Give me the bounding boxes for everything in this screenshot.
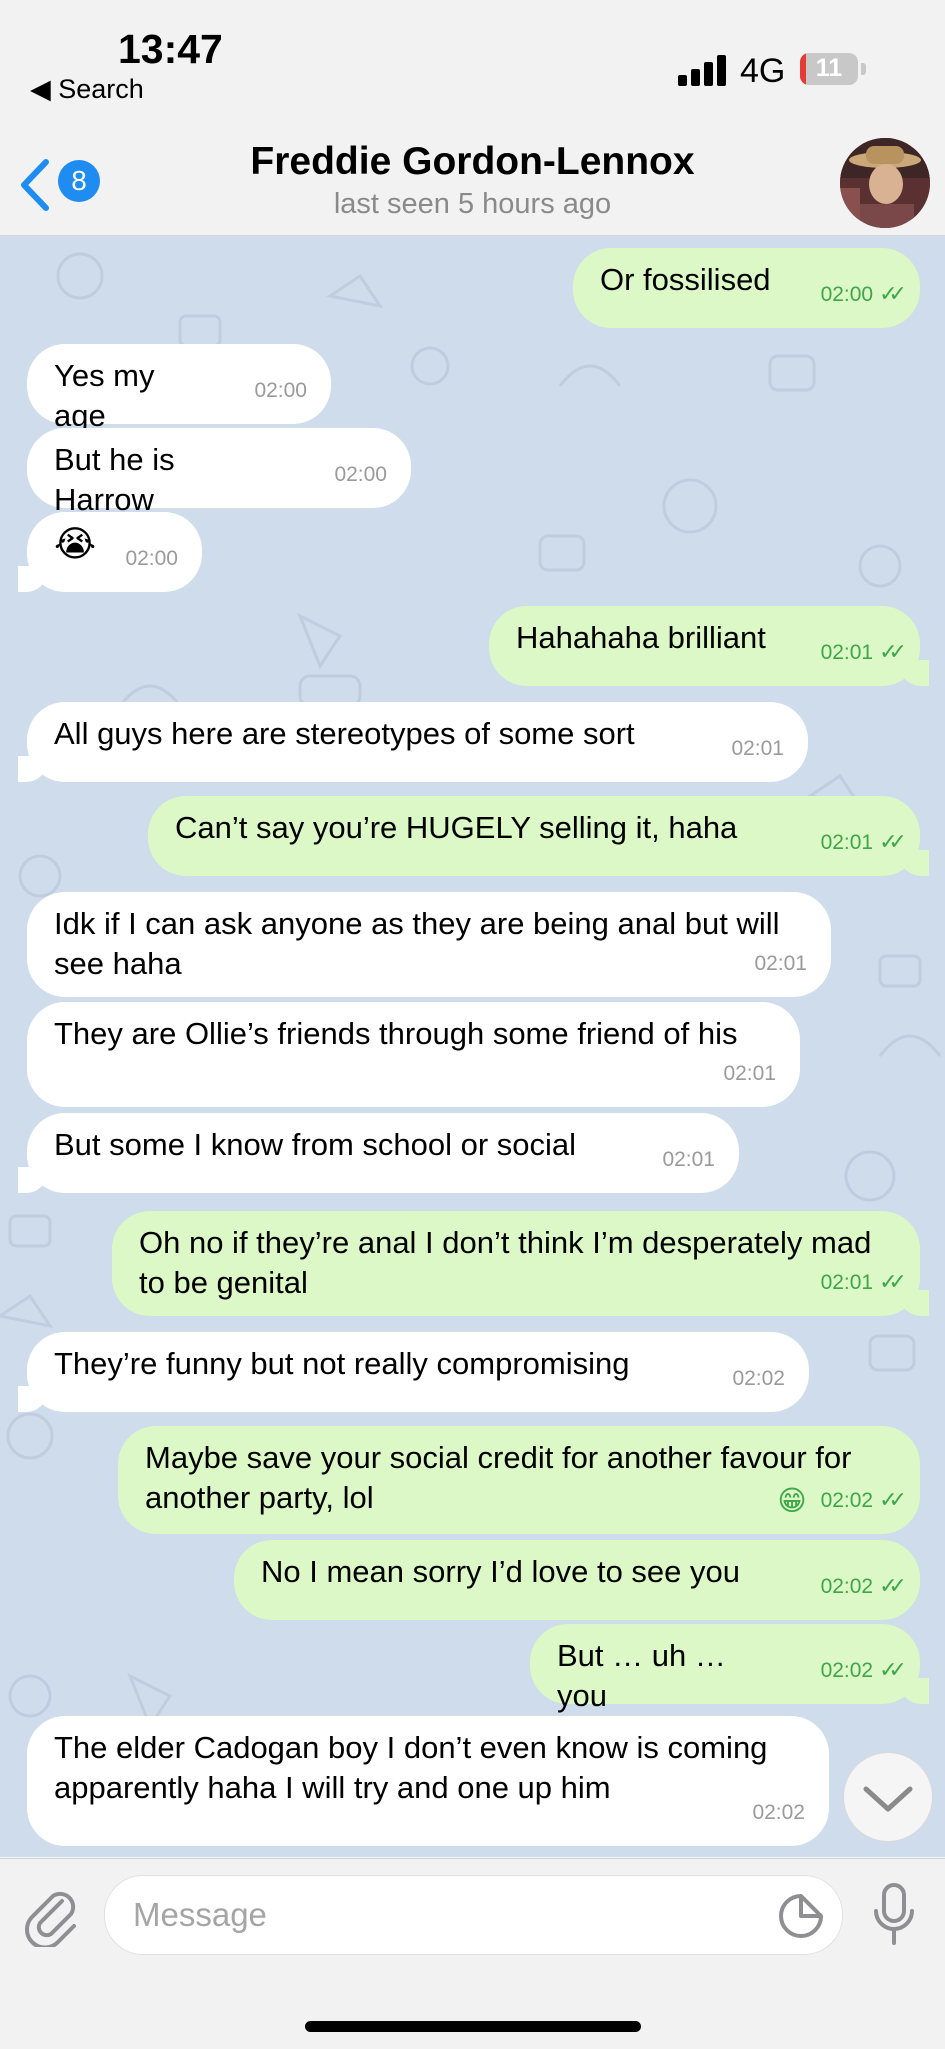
back-to-search-link[interactable]: ◀ Search	[30, 74, 144, 105]
incoming-message[interactable]: 😭 02:00	[18, 512, 202, 592]
incoming-message[interactable]: But he is Harrow 02:00	[27, 428, 411, 517]
message-meta: 02:01	[723, 1054, 776, 1094]
message-time: 02:00	[254, 379, 307, 402]
message-list[interactable]: Or fossilised 02:00 ✓✓ Yes my age 02:00 But h…	[0, 236, 945, 1857]
battery-icon: 11	[800, 53, 858, 85]
message-time: 02:01	[723, 1062, 776, 1085]
chat-header: 8 Freddie Gordon-Lennox last seen 5 hour…	[0, 130, 945, 236]
status-bar: 13:47 ◀ Search 4G 11	[0, 0, 945, 130]
message-text: Oh no if they’re anal I don’t think I’m …	[139, 1225, 872, 1300]
message-text: They are Ollie’s friends through some fr…	[54, 1016, 738, 1051]
message-time: 02:02	[820, 1659, 874, 1682]
chat-title[interactable]: Freddie Gordon-Lennox	[0, 140, 945, 184]
message-meta: 02:02	[752, 1793, 805, 1833]
message-time: 02:02	[752, 1801, 805, 1824]
microphone-icon[interactable]	[870, 1881, 918, 1947]
scroll-to-bottom-button[interactable]	[843, 1752, 933, 1842]
outgoing-message[interactable]: Maybe save your social credit for anothe…	[118, 1426, 920, 1534]
message-time: 02:00	[125, 547, 178, 570]
battery-tip	[861, 63, 866, 75]
read-check-icon: ✓✓	[879, 829, 907, 854]
chevron-down-icon	[863, 1786, 913, 1812]
incoming-message[interactable]: They are Ollie’s friends through some fr…	[27, 1002, 800, 1107]
message-meta: 02:01 ✓✓	[820, 1262, 907, 1303]
message-text: All guys here are stereotypes of some so…	[54, 716, 635, 751]
read-check-icon: ✓✓	[879, 1486, 907, 1512]
outgoing-message[interactable]: Oh no if they’re anal I don’t think I’m …	[112, 1211, 929, 1316]
message-text: Can’t say you’re HUGELY selling it, haha	[175, 810, 738, 845]
message-meta: 02:00	[254, 371, 307, 411]
incoming-message[interactable]: The elder Cadogan boy I don’t even know …	[27, 1716, 829, 1846]
message-time: 02:00	[820, 283, 874, 306]
message-meta: 02:00	[334, 455, 387, 495]
message-meta: 02:02 ✓✓	[820, 1566, 907, 1607]
battery-level: 11	[815, 54, 843, 82]
message-placeholder: Message	[133, 1896, 267, 1933]
outgoing-message[interactable]: Can’t say you’re HUGELY selling it, haha…	[148, 796, 929, 876]
message-meta: 02:01 ✓✓	[820, 632, 907, 673]
message-time: 02:01	[820, 641, 874, 664]
message-time: 02:02	[820, 1575, 874, 1598]
message-time: 02:00	[334, 463, 387, 486]
message-input[interactable]: Message	[104, 1875, 843, 1955]
outgoing-message[interactable]: No I mean sorry I’d love to see you 02:02…	[234, 1540, 920, 1620]
signal-icon	[678, 54, 728, 86]
outgoing-message[interactable]: Or fossilised 02:00 ✓✓	[573, 248, 920, 328]
message-meta: 02:01 ✓✓	[820, 822, 907, 863]
last-seen-status: last seen 5 hours ago	[333, 188, 612, 220]
message-meta: 02:01	[662, 1140, 715, 1180]
message-meta: 02:00 ✓✓	[820, 274, 907, 315]
message-time: 02:01	[820, 1271, 874, 1294]
incoming-message[interactable]: But some I know from school or social 02:…	[18, 1113, 739, 1193]
message-time: 02:01	[820, 831, 874, 854]
message-text: They’re funny but not really compromisin…	[54, 1346, 630, 1381]
message-text: But some I know from school or social	[54, 1127, 577, 1162]
message-time: 02:02	[732, 1367, 785, 1390]
message-time: 02:02	[820, 1488, 874, 1512]
message-meta: 02:02	[732, 1359, 785, 1399]
sticker-icon[interactable]	[777, 1892, 825, 1940]
message-meta: 😁 02:02 ✓✓	[777, 1480, 907, 1521]
read-check-icon: ✓✓	[879, 1657, 907, 1682]
message-text: No I mean sorry I’d love to see you	[261, 1554, 741, 1589]
incoming-message[interactable]: Idk if I can ask anyone as they are bein…	[27, 892, 831, 997]
outgoing-message[interactable]: But … uh … you 02:02 ✓✓	[530, 1624, 929, 1713]
read-check-icon: ✓✓	[879, 639, 907, 664]
read-check-icon: ✓✓	[879, 1269, 907, 1294]
home-indicator	[305, 2021, 641, 2032]
incoming-message[interactable]: They’re funny but not really compromisin…	[18, 1332, 809, 1412]
message-time: 02:01	[662, 1148, 715, 1171]
message-meta: 02:01	[731, 729, 784, 769]
incoming-message[interactable]: All guys here are stereotypes of some so…	[18, 702, 808, 782]
message-time: 02:01	[754, 952, 807, 975]
message-meta: 02:01	[754, 944, 807, 984]
paperclip-icon[interactable]	[24, 1887, 80, 1947]
composer-bar: Message	[0, 1858, 945, 2049]
status-time: 13:47	[118, 26, 223, 72]
message-meta: 02:00	[125, 539, 178, 579]
reaction-emoji[interactable]: 😁	[777, 1485, 806, 1516]
read-check-icon: ✓✓	[879, 281, 907, 306]
message-meta: 02:02 ✓✓	[820, 1650, 907, 1691]
message-text: The elder Cadogan boy I don’t even know …	[54, 1730, 768, 1805]
read-check-icon: ✓✓	[879, 1573, 907, 1598]
incoming-message[interactable]: Yes my age 02:00	[27, 344, 331, 433]
network-type: 4G	[740, 52, 786, 90]
outgoing-message[interactable]: Hahahaha brilliant 02:01 ✓✓	[489, 606, 929, 686]
message-text: Idk if I can ask anyone as they are bein…	[54, 906, 780, 981]
message-time: 02:01	[731, 737, 784, 760]
avatar[interactable]	[840, 138, 930, 228]
